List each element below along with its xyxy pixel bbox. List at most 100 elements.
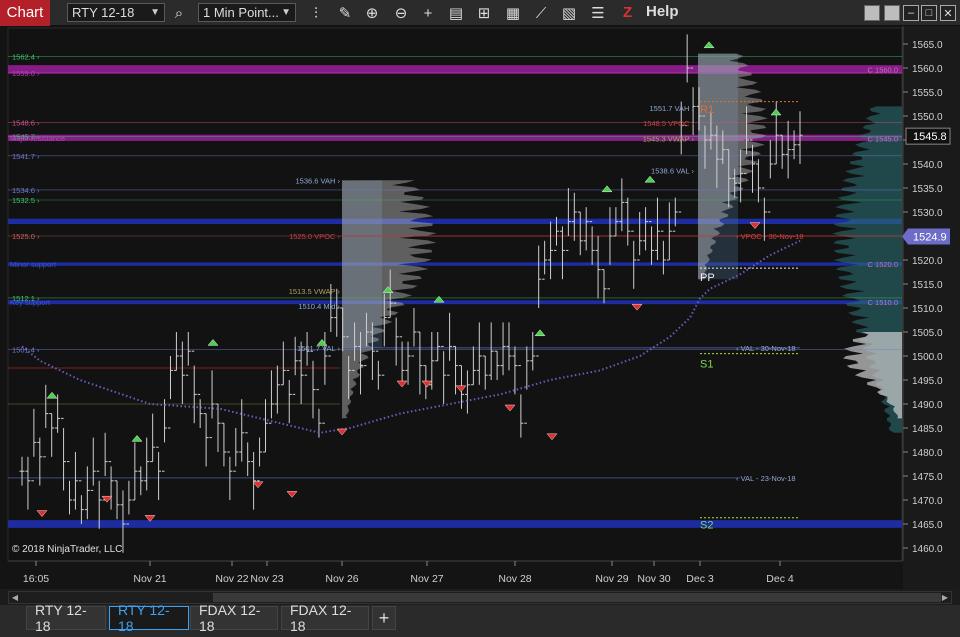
price-tick-label: 1475.0 [912, 472, 943, 483]
price-tick-label: 1460.0 [912, 544, 943, 555]
profile-label: 1548.5 VPOC › [643, 119, 694, 128]
zoom-in-icon[interactable]: ⊕ [362, 3, 382, 23]
properties-icon[interactable]: ▧ [559, 3, 579, 23]
chart-trader-icon[interactable]: ⊞ [474, 3, 494, 23]
tab-rty-2[interactable]: RTY 12-18 [109, 602, 189, 634]
minimize-button[interactable] [864, 5, 880, 21]
left-level-label: 1534.6 › [12, 186, 40, 195]
zone-band-5 [8, 520, 902, 528]
restore-button[interactable] [884, 5, 900, 21]
price-tick-label: 1555.0 [912, 88, 943, 99]
vwap-price-label: 1524.9 [913, 231, 947, 243]
data-box-icon[interactable]: ▤ [446, 3, 466, 23]
ninjatrader-chart-window: { "toolbar": { "chart_label": "Chart", "… [0, 0, 960, 637]
price-tick-label: 1495.0 [912, 376, 943, 387]
help-menu[interactable]: Help [646, 3, 679, 20]
time-tick-label: Nov 28 [498, 573, 531, 585]
profile-label: 1501.7 VAL › [297, 344, 340, 353]
price-tick-label: 1510.0 [912, 304, 943, 315]
strategies-icon[interactable]: ▦ [503, 3, 523, 23]
price-tick-label: 1520.0 [912, 256, 943, 267]
right-zone-label: C 1560.0 [868, 65, 898, 74]
price-tick-label: 1490.0 [912, 400, 943, 411]
zone-band-2 [8, 218, 902, 224]
templates-icon[interactable]: ☰ [588, 3, 608, 23]
chart-panel[interactable]: 1562.4 › 1559.0 › 1548.6 › 1545.7 › 1541.7 ›… [0, 26, 960, 589]
price-tick-label: 1470.0 [912, 496, 943, 507]
price-tick-label: 1535.0 [912, 184, 943, 195]
tab-rty-1[interactable]: RTY 12-18 [26, 602, 106, 634]
profile-label: 1551.7 VAH › [650, 104, 695, 113]
price-tick-label: 1480.0 [912, 448, 943, 459]
naked-level-label: ‹ VPOC - 30-Nov-18 [736, 232, 804, 241]
profile-label: 1513.5 VWAP › [289, 287, 341, 296]
zone-band-1 [8, 134, 902, 141]
pivot-label: S1 [700, 359, 713, 371]
zone-label: Minor support [10, 260, 57, 269]
left-level-label: 1548.6 › [12, 119, 40, 128]
interval-selector[interactable]: 1 Min Point... ▼ [198, 3, 296, 22]
left-level-label: 1525.0 › [12, 232, 40, 241]
price-tick-label: 1485.0 [912, 424, 943, 435]
left-level-label: 1562.4 › [12, 52, 40, 61]
zoom-out-icon[interactable]: ⊖ [391, 3, 411, 23]
naked-level-label: ‹ VAL - 23-Nov-18 [736, 474, 796, 483]
right-zone-label: C 1520.0 [868, 260, 898, 269]
profile-label: 1536.6 VAH › [296, 176, 341, 185]
time-tick-label: 16:05 [23, 573, 49, 585]
time-tick-label: Nov 21 [133, 573, 166, 585]
chevron-down-icon: ▼ [281, 7, 291, 18]
last-price-label: 1545.8 [913, 131, 947, 143]
scroll-left-icon[interactable]: ◀ [9, 592, 21, 603]
tab-fdax-1[interactable]: FDAX 12-18 [190, 602, 278, 634]
chevron-down-icon: ▼ [150, 7, 160, 18]
minimize-window-button[interactable]: – [903, 5, 919, 21]
left-level-label: 1559.0 › [12, 69, 40, 78]
search-icon[interactable]: ⌕ [169, 3, 189, 23]
time-tick-label: Nov 29 [595, 573, 628, 585]
time-tick-label: Nov 23 [250, 573, 283, 585]
price-chart[interactable]: 1562.4 ›1559.0 ›1548.6 ›1545.7 ›1541.7 ›… [0, 26, 960, 589]
add-tab-button[interactable]: + [372, 606, 396, 630]
toolbar: Chart RTY 12-18 ▼ ⌕ 1 Min Point... ▼ ⫶ ✎… [0, 0, 960, 26]
price-tick-label: 1560.0 [912, 64, 943, 75]
price-tick-label: 1500.0 [912, 352, 943, 363]
naked-level-label: ‹ VAL - 30-Nov-18 [736, 344, 796, 353]
left-level-label: 1532.5 › [12, 196, 40, 205]
crosshair-icon[interactable]: + [418, 3, 438, 23]
maximize-window-button[interactable]: □ [921, 5, 937, 21]
z-logo-icon[interactable]: Z [623, 4, 632, 21]
interval-value: 1 Min Point... [203, 5, 279, 20]
price-tick-label: 1530.0 [912, 208, 943, 219]
price-tick-label: 1515.0 [912, 280, 943, 291]
price-tick-label: 1465.0 [912, 520, 943, 531]
profile-label: 1538.6 VAL › [651, 167, 694, 176]
price-tick-label: 1540.0 [912, 160, 943, 171]
chart-tabs: RTY 12-18 RTY 12-18 FDAX 12-18 FDAX 12-1… [0, 602, 960, 637]
price-tick-label: 1565.0 [912, 40, 943, 51]
time-tick-label: Dec 3 [686, 573, 714, 585]
chart-title: Chart [0, 0, 50, 26]
price-tick-label: 1550.0 [912, 112, 943, 123]
pivot-label: PP [700, 272, 715, 284]
draw-pencil-icon[interactable]: ✎ [335, 3, 355, 23]
zone-band-3 [8, 262, 902, 266]
indicators-icon[interactable]: ⟋ [531, 3, 551, 23]
scroll-right-icon[interactable]: ▶ [939, 592, 951, 603]
bar-type-icon[interactable]: ⫶ [306, 3, 326, 23]
zone-band-0 [8, 65, 902, 74]
time-tick-label: Nov 27 [410, 573, 443, 585]
close-window-button[interactable]: ✕ [940, 5, 956, 21]
instrument-selector[interactable]: RTY 12-18 ▼ [67, 3, 165, 22]
time-tick-label: Nov 30 [637, 573, 670, 585]
time-tick-label: Nov 26 [325, 573, 358, 585]
pivot-label: S2 [700, 519, 713, 531]
right-zone-label: C 1510.0 [868, 298, 898, 307]
instrument-value: RTY 12-18 [72, 5, 135, 20]
zone-band-4 [8, 300, 902, 305]
scrollbar-thumb[interactable] [213, 593, 941, 602]
left-level-label: 1541.7 › [12, 152, 40, 161]
profile-label: 1545.3 VWAP › [643, 135, 695, 144]
profile-label: 1525.0 VPOC › [289, 232, 340, 241]
tab-fdax-2[interactable]: FDAX 12-18 [281, 602, 369, 634]
